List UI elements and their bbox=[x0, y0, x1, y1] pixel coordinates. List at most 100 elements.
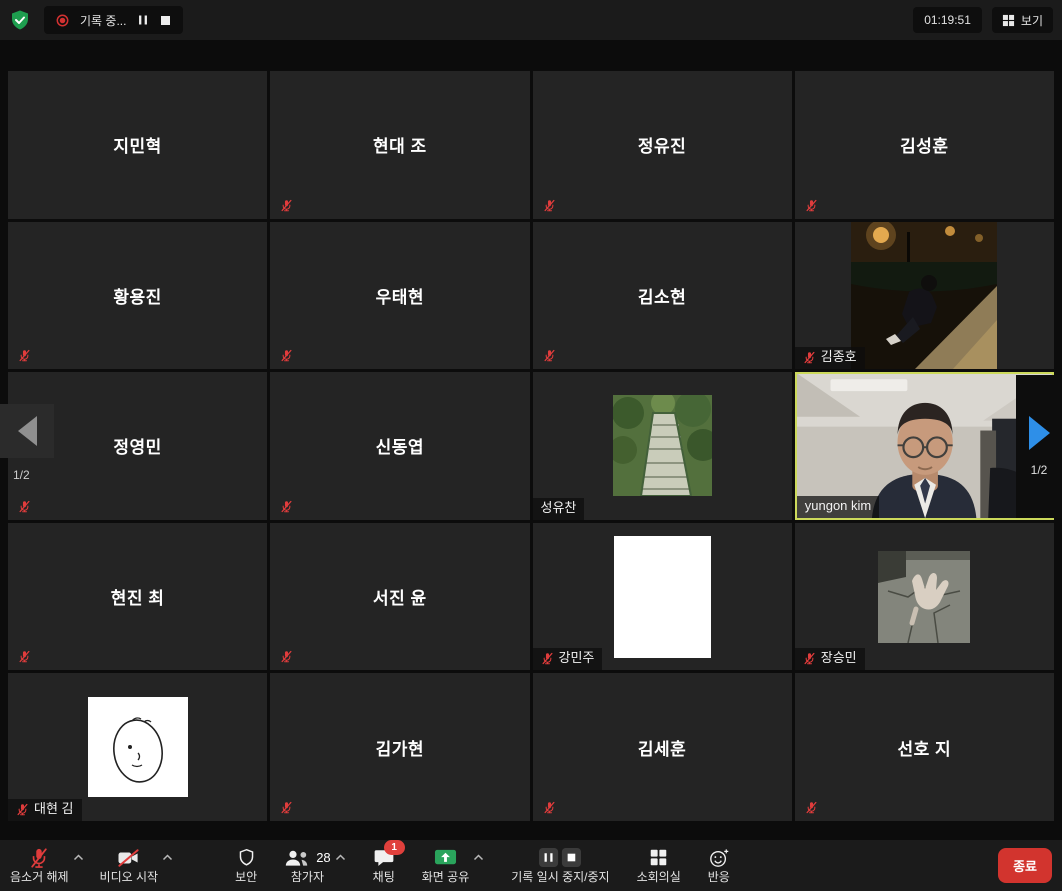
recording-status-label: 기록 중... bbox=[80, 12, 126, 29]
toolbar-breakout-rooms-button[interactable]: 소회의실 bbox=[637, 846, 681, 884]
muted-mic-icon bbox=[280, 199, 293, 212]
toolbar-participants-button[interactable]: 28 참가자 bbox=[284, 846, 345, 884]
view-label: 보기 bbox=[1021, 12, 1043, 29]
participant-name: 정영민 bbox=[113, 433, 161, 458]
shield-icon bbox=[237, 848, 256, 867]
participant-name-label: 성유찬 bbox=[533, 498, 585, 520]
participant-tile[interactable]: 황용진 bbox=[8, 222, 267, 370]
participant-name: 황용진 bbox=[113, 283, 161, 308]
top-bar: 기록 중... 01:19:51 보기 bbox=[0, 0, 1062, 40]
toolbar-start-video-button[interactable]: 비디오 시작 bbox=[100, 846, 174, 884]
muted-mic-icon bbox=[18, 500, 31, 513]
toolbar-unmute-button[interactable]: 음소거 해제 bbox=[10, 846, 84, 884]
toolbar-label: 소회의실 bbox=[637, 871, 681, 884]
toolbar-label: 반응 bbox=[708, 871, 730, 884]
toolbar-reactions-button[interactable]: 반응 bbox=[708, 846, 730, 884]
stop-recording-icon[interactable] bbox=[160, 15, 171, 26]
chevron-up-icon[interactable] bbox=[162, 854, 173, 861]
breakout-grid-icon bbox=[649, 848, 668, 867]
chevron-up-icon[interactable] bbox=[335, 854, 346, 861]
participant-tile[interactable]: 대현 김 bbox=[8, 673, 267, 821]
zoom-meeting-window: { "top_bar": { "recording": { "label": "… bbox=[0, 0, 1062, 891]
participant-tile[interactable]: 김종호 bbox=[795, 222, 1054, 370]
recording-dot-icon bbox=[56, 14, 69, 27]
chevron-up-icon[interactable] bbox=[73, 854, 84, 861]
prev-page-button[interactable] bbox=[0, 404, 54, 458]
participant-tile[interactable]: 장승민 bbox=[795, 523, 1054, 671]
muted-mic-icon bbox=[543, 199, 556, 212]
toolbar-chat-button[interactable]: 1채팅 bbox=[373, 846, 395, 884]
left-arrow-icon bbox=[18, 416, 37, 446]
participant-name: 대현 김 bbox=[34, 802, 74, 817]
participant-name: 우태현 bbox=[376, 283, 424, 308]
participant-tile[interactable]: 김세훈 bbox=[533, 673, 792, 821]
chevron-up-icon[interactable] bbox=[473, 854, 484, 861]
participant-name-label: 강민주 bbox=[533, 648, 603, 670]
participant-tile[interactable]: 신동엽 bbox=[270, 372, 529, 520]
participant-name-label: 대현 김 bbox=[8, 799, 82, 821]
participant-tile[interactable]: 성유찬 bbox=[533, 372, 792, 520]
toolbar-label: 비디오 시작 bbox=[100, 871, 159, 884]
security-shield-icon[interactable] bbox=[9, 9, 31, 31]
participant-tile[interactable]: 서진 윤 bbox=[270, 523, 529, 671]
right-arrow-icon bbox=[1029, 416, 1050, 450]
muted-mic-icon bbox=[280, 500, 293, 513]
participant-name-label: 김종호 bbox=[795, 347, 865, 369]
participant-tile[interactable]: 현진 최 bbox=[8, 523, 267, 671]
participant-name-label: 장승민 bbox=[795, 648, 865, 670]
participant-name: 정유진 bbox=[638, 132, 686, 157]
participant-tile[interactable]: 김성훈 bbox=[795, 71, 1054, 219]
smiley-plus-icon bbox=[708, 848, 730, 868]
mic-muted-icon bbox=[29, 847, 49, 869]
view-button[interactable]: 보기 bbox=[992, 7, 1053, 33]
toolbar-recording-controls-button[interactable]: 기록 일시 중지/중지 bbox=[511, 846, 609, 884]
muted-mic-icon bbox=[280, 801, 293, 814]
next-page-button[interactable]: 1/2 bbox=[1016, 375, 1062, 518]
unread-badge: 1 bbox=[384, 840, 405, 855]
muted-mic-icon bbox=[280, 349, 293, 362]
muted-mic-icon bbox=[805, 199, 818, 212]
muted-mic-icon bbox=[805, 801, 818, 814]
participant-tile[interactable]: 정유진 bbox=[533, 71, 792, 219]
meeting-timer: 01:19:51 bbox=[913, 7, 982, 33]
video-grid: 지민혁현대 조 정유진 김성훈황용진 우태현 김소현김종호정영민 신동엽성유찬 yungon… bbox=[8, 71, 1054, 821]
toolbar-left-group: 음소거 해제 비디오 시작 bbox=[10, 846, 173, 884]
participant-name: 장승민 bbox=[821, 651, 857, 666]
participant-name: 성유찬 bbox=[541, 501, 577, 516]
participant-name: 김종호 bbox=[821, 350, 857, 365]
toolbar-label: 보안 bbox=[235, 871, 257, 884]
participant-tile[interactable]: 선호 지 bbox=[795, 673, 1054, 821]
participant-count: 28 bbox=[316, 851, 330, 864]
bottom-toolbar: 음소거 해제 비디오 시작 보안 28 참가자 1채팅화면 공유 기록 일시 중지/중지 소… bbox=[0, 840, 1062, 891]
participant-tile[interactable]: 김소현 bbox=[533, 222, 792, 370]
participant-tile[interactable]: 지민혁 bbox=[8, 71, 267, 219]
toolbar-share-screen-button[interactable]: 화면 공유 bbox=[422, 846, 485, 884]
muted-mic-icon bbox=[543, 349, 556, 362]
participant-name: 김가현 bbox=[376, 735, 424, 760]
toolbar-label: 참가자 bbox=[291, 871, 324, 884]
muted-mic-icon bbox=[280, 650, 293, 663]
participant-tile[interactable]: 강민주 bbox=[533, 523, 792, 671]
muted-mic-icon bbox=[543, 801, 556, 814]
end-meeting-button[interactable]: 종료 bbox=[998, 848, 1052, 883]
participant-name: 현진 최 bbox=[111, 584, 165, 609]
muted-mic-icon bbox=[541, 652, 554, 665]
share-screen-icon bbox=[434, 848, 457, 868]
muted-mic-icon bbox=[16, 803, 29, 816]
toolbar-label: 음소거 해제 bbox=[10, 871, 69, 884]
participant-name-label: yungon kim bbox=[797, 496, 879, 518]
muted-mic-icon bbox=[803, 652, 816, 665]
toolbar-label: 기록 일시 중지/중지 bbox=[511, 871, 609, 884]
participant-tile[interactable]: 김가현 bbox=[270, 673, 529, 821]
toolbar-security-button[interactable]: 보안 bbox=[235, 846, 257, 884]
participant-name: 김소현 bbox=[638, 283, 686, 308]
participant-name: yungon kim bbox=[805, 499, 871, 514]
camera-muted-icon bbox=[116, 848, 141, 868]
participant-name: 신동엽 bbox=[376, 433, 424, 458]
toolbar-label: 화면 공유 bbox=[422, 871, 470, 884]
participant-tile[interactable]: 우태현 bbox=[270, 222, 529, 370]
page-indicator-left: 1/2 bbox=[13, 468, 30, 482]
pause-recording-icon[interactable] bbox=[137, 14, 149, 26]
participant-name: 서진 윤 bbox=[373, 584, 427, 609]
participant-tile[interactable]: 현대 조 bbox=[270, 71, 529, 219]
